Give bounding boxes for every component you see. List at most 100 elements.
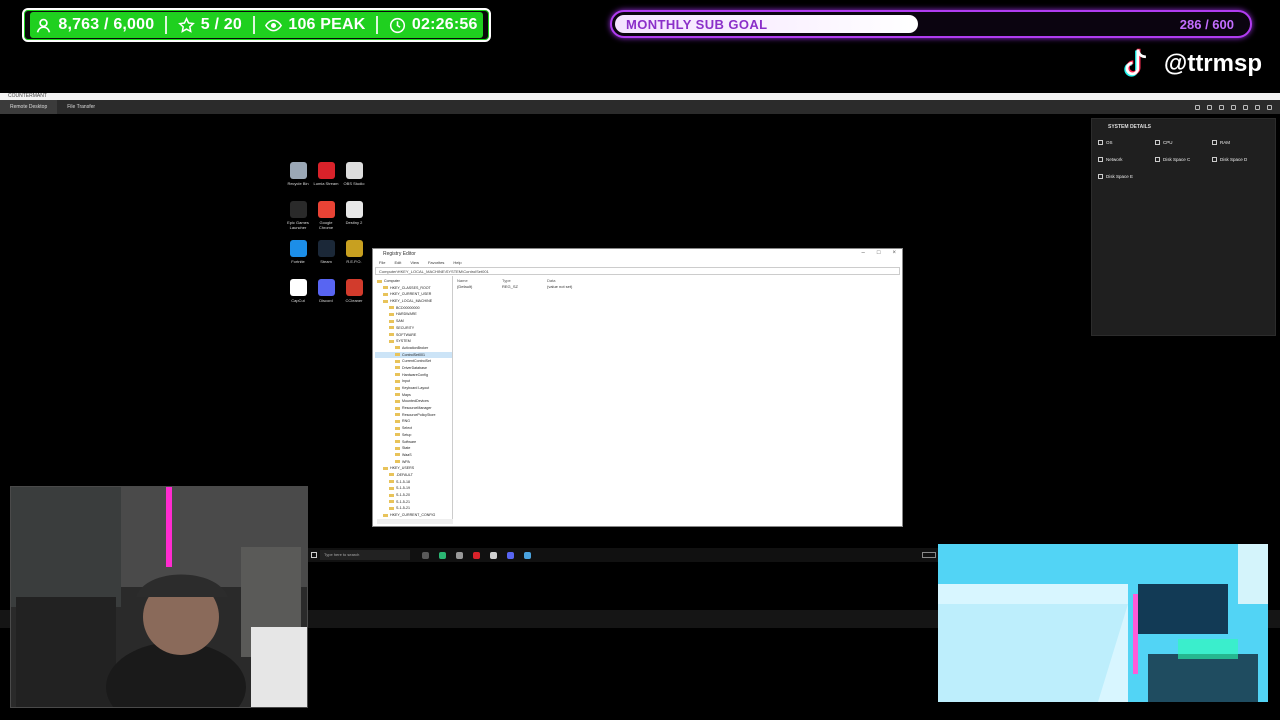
registry-tree-node[interactable]: S-1-5-20 [375, 492, 452, 499]
start-icon[interactable] [311, 552, 317, 558]
registry-title: Registry Editor [383, 251, 416, 257]
registry-tree-node[interactable]: HKEY_CURRENT_USER [375, 291, 452, 298]
registry-tree-node[interactable]: HARDWARE [375, 311, 452, 318]
remote-toolbar [1195, 104, 1280, 110]
task-view-icon[interactable] [422, 551, 429, 559]
desktop-icon-label: CCleaner [345, 298, 363, 303]
registry-tree-node[interactable]: SECURITY [375, 325, 452, 332]
lumia-taskbar-icon[interactable] [473, 551, 480, 559]
registry-tree-node[interactable]: State [375, 445, 452, 452]
tab-file-transfer[interactable]: File Transfer [57, 100, 105, 114]
desktop-icon[interactable]: CapCut [284, 279, 312, 311]
registry-address-bar[interactable]: Computer\HKEY_LOCAL_MACHINE\SYSTEM\Contr… [375, 267, 900, 275]
desktop-icon[interactable]: R.E.P.O. [340, 240, 368, 272]
registry-tree-node[interactable]: S-1-5-18 [375, 479, 452, 486]
registry-tree-label: MountedDevices [402, 399, 429, 404]
registry-tree-node[interactable]: HKEY_CLASSES_ROOT [375, 285, 452, 292]
registry-tree-node[interactable]: WPA [375, 459, 452, 466]
registry-tree-node[interactable]: Select [375, 425, 452, 432]
registry-tree-node[interactable]: SYSTEM [375, 338, 452, 345]
taskbar-search[interactable]: Type here to search [320, 550, 410, 560]
maximize-icon[interactable]: □ [877, 250, 881, 256]
registry-tree-node[interactable]: ResourceManager [375, 405, 452, 412]
system-detail-title: Network [1098, 157, 1155, 162]
registry-value-row[interactable]: (Default) REG_SZ (value not set) [453, 284, 900, 289]
registry-tree-node[interactable]: Keyboard Layout [375, 385, 452, 392]
folder-icon [395, 379, 400, 383]
system-detail-title: Disk Space D [1212, 157, 1269, 162]
registry-tree-node[interactable]: ControlSet001 [375, 351, 452, 359]
registry-tree-label: S-1-5-21 [396, 499, 410, 504]
column-name[interactable]: Name [457, 278, 502, 283]
registry-menu-item[interactable]: View [410, 260, 419, 266]
registry-tree-label: S-1-5-20 [396, 493, 410, 497]
folder-icon [389, 500, 394, 504]
registry-tree-node[interactable]: .DEFAULT [375, 472, 452, 479]
value-name: (Default) [457, 284, 473, 289]
registry-tree-node[interactable]: Computer [375, 278, 452, 285]
minimize-icon[interactable]: – [862, 250, 865, 256]
registry-tree-node[interactable]: Setup [375, 432, 452, 439]
chat-icon[interactable] [1219, 104, 1224, 110]
registry-tree-node[interactable]: WaaS [375, 452, 452, 459]
desktop-icon-grid: Recycle Bin Lumia Stream OBS Studio Epic Ga… [284, 162, 368, 311]
folder-icon [383, 513, 388, 517]
registry-tree-node[interactable]: RNG [375, 418, 452, 425]
obs-taskbar-icon[interactable] [456, 551, 463, 559]
registry-tree-node[interactable]: HKEY_LOCAL_MACHINE [375, 298, 452, 305]
registry-tree-node[interactable]: Input [375, 378, 452, 385]
remote-desktop-menubar: Remote Desktop File Transfer [0, 100, 1280, 114]
keyboard-icon[interactable] [1231, 104, 1236, 110]
eye-icon [265, 19, 283, 31]
registry-menu-item[interactable]: Edit [394, 260, 401, 266]
audio-icon[interactable] [1255, 104, 1260, 110]
registry-menu-item[interactable]: Help [453, 260, 461, 266]
registry-tree-node[interactable]: DriverDatabase [375, 365, 452, 372]
registry-tree-node[interactable]: Software [375, 439, 452, 446]
registry-tree-node[interactable]: SAM [375, 318, 452, 325]
registry-tree-node[interactable]: S-1-5-21 [375, 505, 452, 512]
registry-tree-node[interactable]: ResourcePolicyStore [375, 412, 452, 419]
registry-tree-node[interactable]: MountedDevices [375, 398, 452, 405]
registry-tree-node[interactable]: S-1-5-19 [375, 485, 452, 492]
monitor-icon[interactable] [1207, 104, 1212, 110]
fullscreen-icon[interactable] [1267, 104, 1272, 110]
registry-tree-node[interactable]: HKEY_CURRENT_CONFIG [375, 512, 452, 519]
registry-tree-node[interactable]: CurrentControlSet [375, 358, 452, 365]
desktop-icon[interactable]: Destiny 2 [340, 201, 368, 233]
registry-tree-label: HARDWARE [396, 312, 417, 317]
regedit-taskbar-icon[interactable] [524, 551, 531, 559]
discord-taskbar-icon[interactable] [507, 551, 514, 559]
explorer-icon[interactable] [439, 551, 446, 559]
desktop-icon[interactable]: Google Chrome [312, 201, 340, 233]
registry-tree-node[interactable]: Maps [375, 392, 452, 399]
registry-tree-node[interactable]: ActivationBroker [375, 345, 452, 352]
tab-remote-desktop[interactable]: Remote Desktop [0, 100, 58, 114]
system-tray[interactable] [922, 552, 936, 558]
registry-menu-item[interactable]: Favorites [428, 260, 444, 266]
desktop-icon[interactable]: Fortnite [284, 240, 312, 272]
desktop-icon[interactable]: CCleaner [340, 279, 368, 311]
webcam-scene [11, 487, 307, 707]
desktop-icon[interactable]: Epic Games Launcher [284, 201, 312, 233]
registry-menu-item[interactable]: File [379, 260, 385, 266]
close-icon[interactable]: × [892, 250, 896, 256]
destiny-taskbar-icon[interactable] [490, 551, 497, 559]
desktop-icon[interactable]: Lumia Stream [312, 162, 340, 194]
registry-tree-node[interactable]: S-1-5-21 [375, 499, 452, 506]
desktop-icon[interactable]: Recycle Bin [284, 162, 312, 194]
column-data[interactable]: Data [547, 278, 555, 283]
registry-tree-label: SOFTWARE [396, 332, 417, 337]
desktop-icon[interactable]: Steam [312, 240, 340, 272]
system-detail-label: OS [1106, 140, 1113, 145]
column-type[interactable]: Type [502, 278, 547, 283]
desktop-icon[interactable]: OBS Studio [340, 162, 368, 194]
registry-tree-node[interactable]: SOFTWARE [375, 332, 452, 339]
tree-horizontal-scrollbar[interactable] [377, 519, 453, 524]
registry-tree-node[interactable]: BCD00000000 [375, 305, 452, 312]
registry-tree-node[interactable]: HardwareConfig [375, 372, 452, 379]
registry-tree-node[interactable]: HKEY_USERS [375, 465, 452, 472]
desktop-icon[interactable]: Discord [312, 279, 340, 311]
record-icon[interactable] [1243, 104, 1248, 110]
settings-icon[interactable] [1195, 104, 1200, 110]
